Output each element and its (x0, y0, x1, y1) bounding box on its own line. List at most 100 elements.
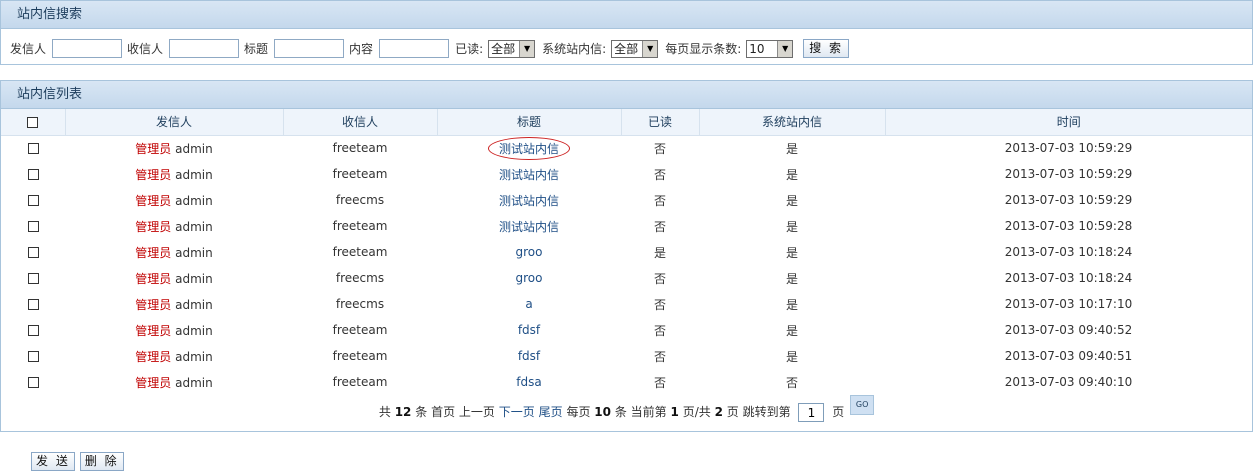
time-cell: 2013-07-03 10:18:24 (1004, 271, 1133, 285)
system-cell: 是 (785, 167, 798, 182)
sender-role: 管理员 (135, 167, 172, 182)
title-input[interactable] (274, 39, 345, 58)
sender-name: admin (175, 245, 213, 260)
system-label: 系统站内信: (542, 42, 607, 56)
row-checkbox[interactable] (27, 351, 39, 362)
receiver-cell: freeteam (332, 219, 388, 233)
sender-name: admin (175, 375, 213, 390)
message-title-link[interactable]: 测试站内信 (499, 220, 559, 234)
row-checkbox[interactable] (27, 325, 39, 336)
table-header-row: 发信人 收信人 标题 已读 系统站内信 时间 (1, 109, 1252, 136)
sender-input[interactable] (52, 39, 123, 58)
column-header-time[interactable]: 时间 (885, 109, 1252, 136)
read-cell: 否 (653, 349, 666, 364)
go-button[interactable]: GO (850, 395, 875, 415)
row-checkbox[interactable] (27, 195, 39, 206)
read-cell: 是 (653, 245, 666, 260)
message-title-link[interactable]: 测试站内信 (499, 168, 559, 182)
delete-button[interactable]: 删 除 (79, 452, 124, 471)
row-select-cell (1, 239, 65, 265)
sender-name: admin (175, 271, 213, 286)
row-checkbox[interactable] (27, 377, 39, 388)
row-select-cell (1, 161, 65, 187)
table-row: 管理员 admin freeteam groo 是 是 2013-07-03 1… (1, 239, 1252, 265)
message-title-link[interactable]: groo (516, 245, 543, 259)
column-header-read[interactable]: 已读 (621, 109, 700, 136)
read-select[interactable]: 全部 ▼ (488, 39, 536, 58)
column-header-sender[interactable]: 发信人 (65, 109, 284, 136)
receiver-input[interactable] (169, 39, 240, 58)
pages-mid: 页/共 (682, 405, 711, 419)
system-cell: 是 (785, 297, 798, 312)
row-checkbox[interactable] (27, 273, 39, 284)
sender-name: admin (175, 349, 213, 364)
send-button[interactable]: 发 送 (31, 452, 75, 471)
receiver-cell: freeteam (332, 167, 388, 181)
read-cell: 否 (653, 193, 666, 208)
message-title-link[interactable]: 测试站内信 (487, 136, 570, 160)
receiver-cell: freeteam (332, 323, 388, 337)
sender-role: 管理员 (135, 297, 172, 312)
sender-role: 管理员 (135, 271, 172, 286)
row-checkbox[interactable] (27, 169, 39, 180)
pagesize-select[interactable]: 10 ▼ (746, 39, 794, 58)
receiver-cell: freecms (335, 271, 385, 285)
message-title-link[interactable]: fdsa (516, 375, 541, 389)
first-page-label: 首页 (431, 405, 456, 419)
per-page-suffix: 条 (614, 405, 627, 419)
current-page: 1 (670, 405, 679, 419)
chevron-down-icon: ▼ (642, 40, 658, 57)
message-title-link[interactable]: groo (516, 271, 543, 285)
table-row: 管理员 admin freeteam 测试站内信 否 是 2013-07-03 … (1, 213, 1252, 239)
system-cell: 是 (785, 349, 798, 364)
system-select-value: 全部 (614, 41, 639, 56)
per-page-prefix: 每页 (566, 405, 591, 419)
read-cell: 否 (653, 297, 666, 312)
row-checkbox[interactable] (27, 143, 39, 155)
title-label: 标题 (244, 42, 269, 56)
sender-cell: 管理员 admin (65, 265, 283, 291)
read-cell: 否 (653, 167, 666, 182)
row-checkbox[interactable] (27, 247, 39, 258)
search-button[interactable]: 搜 索 (803, 39, 850, 58)
pagesize-label: 每页显示条数: (665, 42, 742, 56)
last-page-link[interactable]: 尾页 (539, 405, 563, 419)
title-cell: groo (437, 265, 621, 291)
read-select-value: 全部 (491, 41, 516, 56)
column-header-system[interactable]: 系统站内信 (699, 109, 886, 136)
search-panel-title: 站内信搜索 (1, 1, 1252, 29)
table-row: 管理员 admin freecms groo 否 是 2013-07-03 10… (1, 265, 1252, 291)
message-title-link[interactable]: a (525, 297, 532, 311)
row-select-cell (1, 187, 65, 213)
title-cell: fdsf (437, 343, 621, 369)
message-title-link[interactable]: 测试站内信 (499, 194, 559, 208)
select-all-cell (1, 109, 66, 136)
time-cell: 2013-07-03 09:40:52 (1004, 323, 1133, 337)
next-page-link[interactable]: 下一页 (499, 405, 535, 419)
row-checkbox[interactable] (27, 299, 39, 310)
chevron-down-icon: ▼ (777, 40, 793, 57)
system-select[interactable]: 全部 ▼ (611, 39, 659, 58)
chevron-down-icon: ▼ (519, 40, 535, 57)
read-cell: 否 (653, 271, 666, 286)
column-header-receiver[interactable]: 收信人 (283, 109, 438, 136)
jump-page-input[interactable] (798, 403, 825, 422)
time-cell: 2013-07-03 10:59:29 (1004, 141, 1133, 156)
sender-role: 管理员 (135, 245, 172, 260)
read-label: 已读: (455, 42, 484, 56)
row-checkbox[interactable] (27, 221, 39, 232)
content-label: 内容 (349, 42, 374, 56)
message-title-link[interactable]: fdsf (518, 349, 540, 363)
sender-cell: 管理员 admin (65, 343, 283, 369)
select-all-checkbox[interactable] (27, 116, 39, 128)
time-cell: 2013-07-03 10:59:29 (1004, 167, 1133, 181)
column-header-title[interactable]: 标题 (437, 109, 622, 136)
message-title-link[interactable]: fdsf (518, 323, 540, 337)
prev-page-label: 上一页 (458, 405, 495, 419)
per-page-count: 10 (594, 405, 611, 419)
sender-role: 管理员 (135, 219, 172, 234)
receiver-label: 收信人 (127, 42, 164, 56)
time-cell: 2013-07-03 09:40:51 (1004, 349, 1133, 363)
time-cell: 2013-07-03 10:18:24 (1004, 245, 1133, 259)
content-input[interactable] (379, 39, 450, 58)
